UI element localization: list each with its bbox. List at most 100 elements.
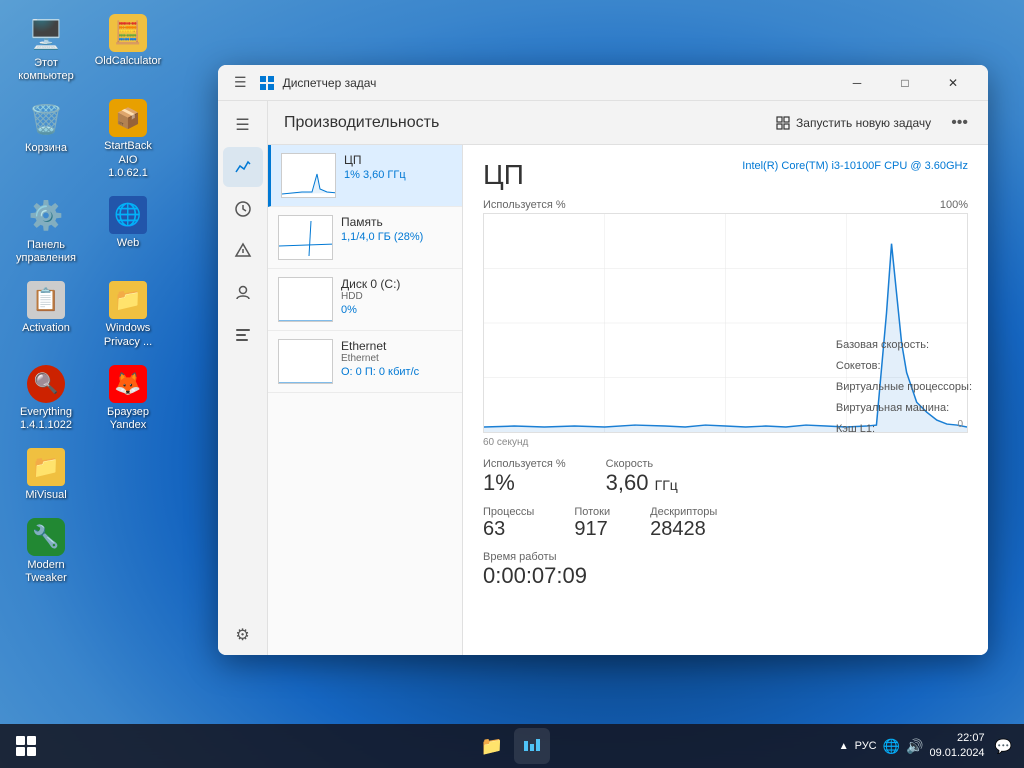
win-privacy-label: WindowsPrivacy ... (104, 322, 152, 348)
task-manager-icon (259, 75, 275, 91)
ethernet-info: Ethernet Ethernet О: 0 П: 0 кбит/с (341, 339, 452, 378)
cpu-info: ЦП 1% 3,60 ГГц (344, 153, 452, 181)
desktop-row-6: 📁 MiVisual (10, 444, 164, 506)
sidebar-startup-btn[interactable] (223, 231, 263, 271)
stats-row-1: Используется % 1% Скорость 3,60 ГГц (483, 458, 968, 496)
taskbar-clock[interactable]: 22:07 09.01.2024 (930, 731, 985, 762)
close-button[interactable]: ✕ (930, 67, 976, 99)
desktop-icon-everything[interactable]: 🔍 Everything1.4.1.1022 (10, 361, 82, 436)
usage-label-row: Используется % 100% (483, 199, 968, 211)
desktop-row-1: 🖥️ Этоткомпьютер 🧮 OldCalculator (10, 10, 164, 87)
cpu-name: ЦП (344, 153, 452, 167)
date-display: 09.01.2024 (930, 746, 985, 761)
usage-label: Используется % (483, 199, 566, 211)
disk-name: Диск 0 (C:) (341, 277, 452, 291)
desktop-row-4: 📋 Activation 📁 WindowsPrivacy ... (10, 277, 164, 352)
cpu-title: ЦП (483, 159, 524, 191)
sidebar-history-btn[interactable] (223, 189, 263, 229)
sidebar-settings-btn[interactable]: ⚙ (223, 615, 263, 655)
speed-stat-label: Скорость (606, 458, 678, 470)
cpu-detail-panel: ЦП Intel(R) Core(TM) i3-10100F CPU @ 3.6… (463, 145, 988, 655)
taskbar-center: 📁 (474, 728, 550, 764)
recycle-icon: 🗑️ (26, 99, 66, 139)
hamburger-menu-btn[interactable]: ☰ (230, 70, 251, 95)
sidebar-menu-btn[interactable]: ☰ (223, 105, 263, 145)
perf-item-cpu[interactable]: ЦП 1% 3,60 ГГц (268, 145, 462, 207)
threads-label: Потоки (574, 506, 610, 518)
desktop-icon-win-privacy[interactable]: 📁 WindowsPrivacy ... (92, 277, 164, 352)
activation-label: Activation (22, 322, 70, 335)
ethernet-type: Ethernet (341, 353, 452, 364)
activation-icon: 📋 (27, 281, 65, 319)
sidebar-users-btn[interactable] (223, 273, 263, 313)
desktop-icon-old-calc[interactable]: 🧮 OldCalculator (92, 10, 164, 87)
cpu-detail: 1% 3,60 ГГц (344, 169, 452, 181)
threads-value: 917 (574, 518, 610, 541)
usage-stat-value: 1% (483, 470, 566, 496)
desktop-icon-web[interactable]: 🌐 Web (92, 192, 164, 269)
ethernet-name: Ethernet (341, 339, 452, 353)
notification-center-btn[interactable]: 💬 (991, 734, 1016, 759)
minimize-button[interactable]: ─ (834, 67, 880, 99)
ethernet-mini-chart (278, 339, 333, 384)
everything-icon: 🔍 (27, 365, 65, 403)
tm-header: Производительность Запустить новую задач… (268, 101, 988, 145)
desktop-icon-startback[interactable]: 📦 StartBack AIO1.0.62.1 (92, 95, 164, 184)
desktop-icon-yandex[interactable]: 🦊 БраузерYandex (92, 361, 164, 436)
mi-visual-icon: 📁 (27, 448, 65, 486)
desktop-row-5: 🔍 Everything1.4.1.1022 🦊 БраузерYandex (10, 361, 164, 436)
descriptors-stat: Дескрипторы 28428 (650, 506, 717, 541)
perf-item-disk[interactable]: Диск 0 (C:) HDD 0% (268, 269, 462, 331)
titlebar-title: Диспетчер задач (283, 76, 826, 90)
network-icon[interactable]: 🌐 (883, 738, 900, 755)
run-task-icon (776, 116, 790, 130)
win-privacy-icon: 📁 (109, 281, 147, 319)
taskbar: 📁 ▲ РУС 🌐 🔊 22:07 09.01.2024 💬 (0, 724, 1024, 768)
stats-row-2: Процессы 63 Потоки 917 Дескрипторы 28428 (483, 506, 968, 541)
perf-item-memory[interactable]: Память 1,1/4,0 ГБ (28%) (268, 207, 462, 269)
ethernet-detail: О: 0 П: 0 кбит/с (341, 366, 452, 378)
disk-detail: 0% (341, 304, 452, 316)
yandex-icon: 🦊 (109, 365, 147, 403)
tm-main: ЦП 1% 3,60 ГГц (268, 145, 988, 655)
memory-name: Память (341, 215, 452, 229)
disk-info: Диск 0 (C:) HDD 0% (341, 277, 452, 316)
base-speed-label: Базовая скорость: (836, 335, 972, 356)
desktop-icon-area: 🖥️ Этоткомпьютер 🧮 OldCalculator 🗑️ Корз… (10, 10, 164, 590)
cpu-subtitle: Intel(R) Core(TM) i3-10100F CPU @ 3.60GH… (742, 159, 968, 174)
uptime-label: Время работы (483, 551, 968, 563)
usage-stat: Используется % 1% (483, 458, 566, 496)
percent-label: 100% (940, 199, 968, 211)
sidebar-details-btn[interactable] (223, 315, 263, 355)
virtual-machine-label: Виртуальная машина: (836, 398, 972, 419)
performance-list: ЦП 1% 3,60 ГГц (268, 145, 463, 655)
sockets-label: Сокетов: (836, 356, 972, 377)
desktop-icon-recycle[interactable]: 🗑️ Корзина (10, 95, 82, 184)
control-panel-label: Панельуправления (16, 239, 76, 265)
control-panel-icon: ⚙️ (26, 196, 66, 236)
desktop-icon-modern-tweaker[interactable]: 🔧 ModernTweaker (10, 514, 82, 589)
perf-item-ethernet[interactable]: Ethernet Ethernet О: 0 П: 0 кбит/с (268, 331, 462, 393)
run-new-task-btn[interactable]: Запустить новую задачу (768, 112, 939, 134)
taskbar-perf-monitor[interactable] (514, 728, 550, 764)
desktop-icon-this-pc[interactable]: 🖥️ Этоткомпьютер (10, 10, 82, 87)
window-controls: ─ □ ✕ (834, 67, 976, 99)
recycle-label: Корзина (25, 142, 67, 155)
volume-icon[interactable]: 🔊 (906, 738, 923, 755)
cache-l1-label: Кэш L1: (836, 419, 972, 440)
desktop-icon-activation[interactable]: 📋 Activation (10, 277, 82, 352)
yandex-label: БраузерYandex (107, 406, 149, 432)
threads-stat: Потоки 917 (574, 506, 610, 541)
desktop-row-2: 🗑️ Корзина 📦 StartBack AIO1.0.62.1 (10, 95, 164, 184)
desktop-icon-mi-visual[interactable]: 📁 MiVisual (10, 444, 82, 506)
maximize-button[interactable]: □ (882, 67, 928, 99)
more-options-btn[interactable]: ••• (947, 110, 972, 136)
language-indicator[interactable]: РУС (855, 740, 877, 752)
notification-arrow[interactable]: ▲ (839, 741, 849, 752)
speed-stat: Скорость 3,60 ГГц (606, 458, 678, 496)
taskbar-file-explorer[interactable]: 📁 (474, 728, 510, 764)
sidebar-performance-btn[interactable] (223, 147, 263, 187)
start-button[interactable] (8, 728, 44, 764)
desktop-icon-control-panel[interactable]: ⚙️ Панельуправления (10, 192, 82, 269)
uptime-value: 0:00:07:09 (483, 563, 968, 589)
